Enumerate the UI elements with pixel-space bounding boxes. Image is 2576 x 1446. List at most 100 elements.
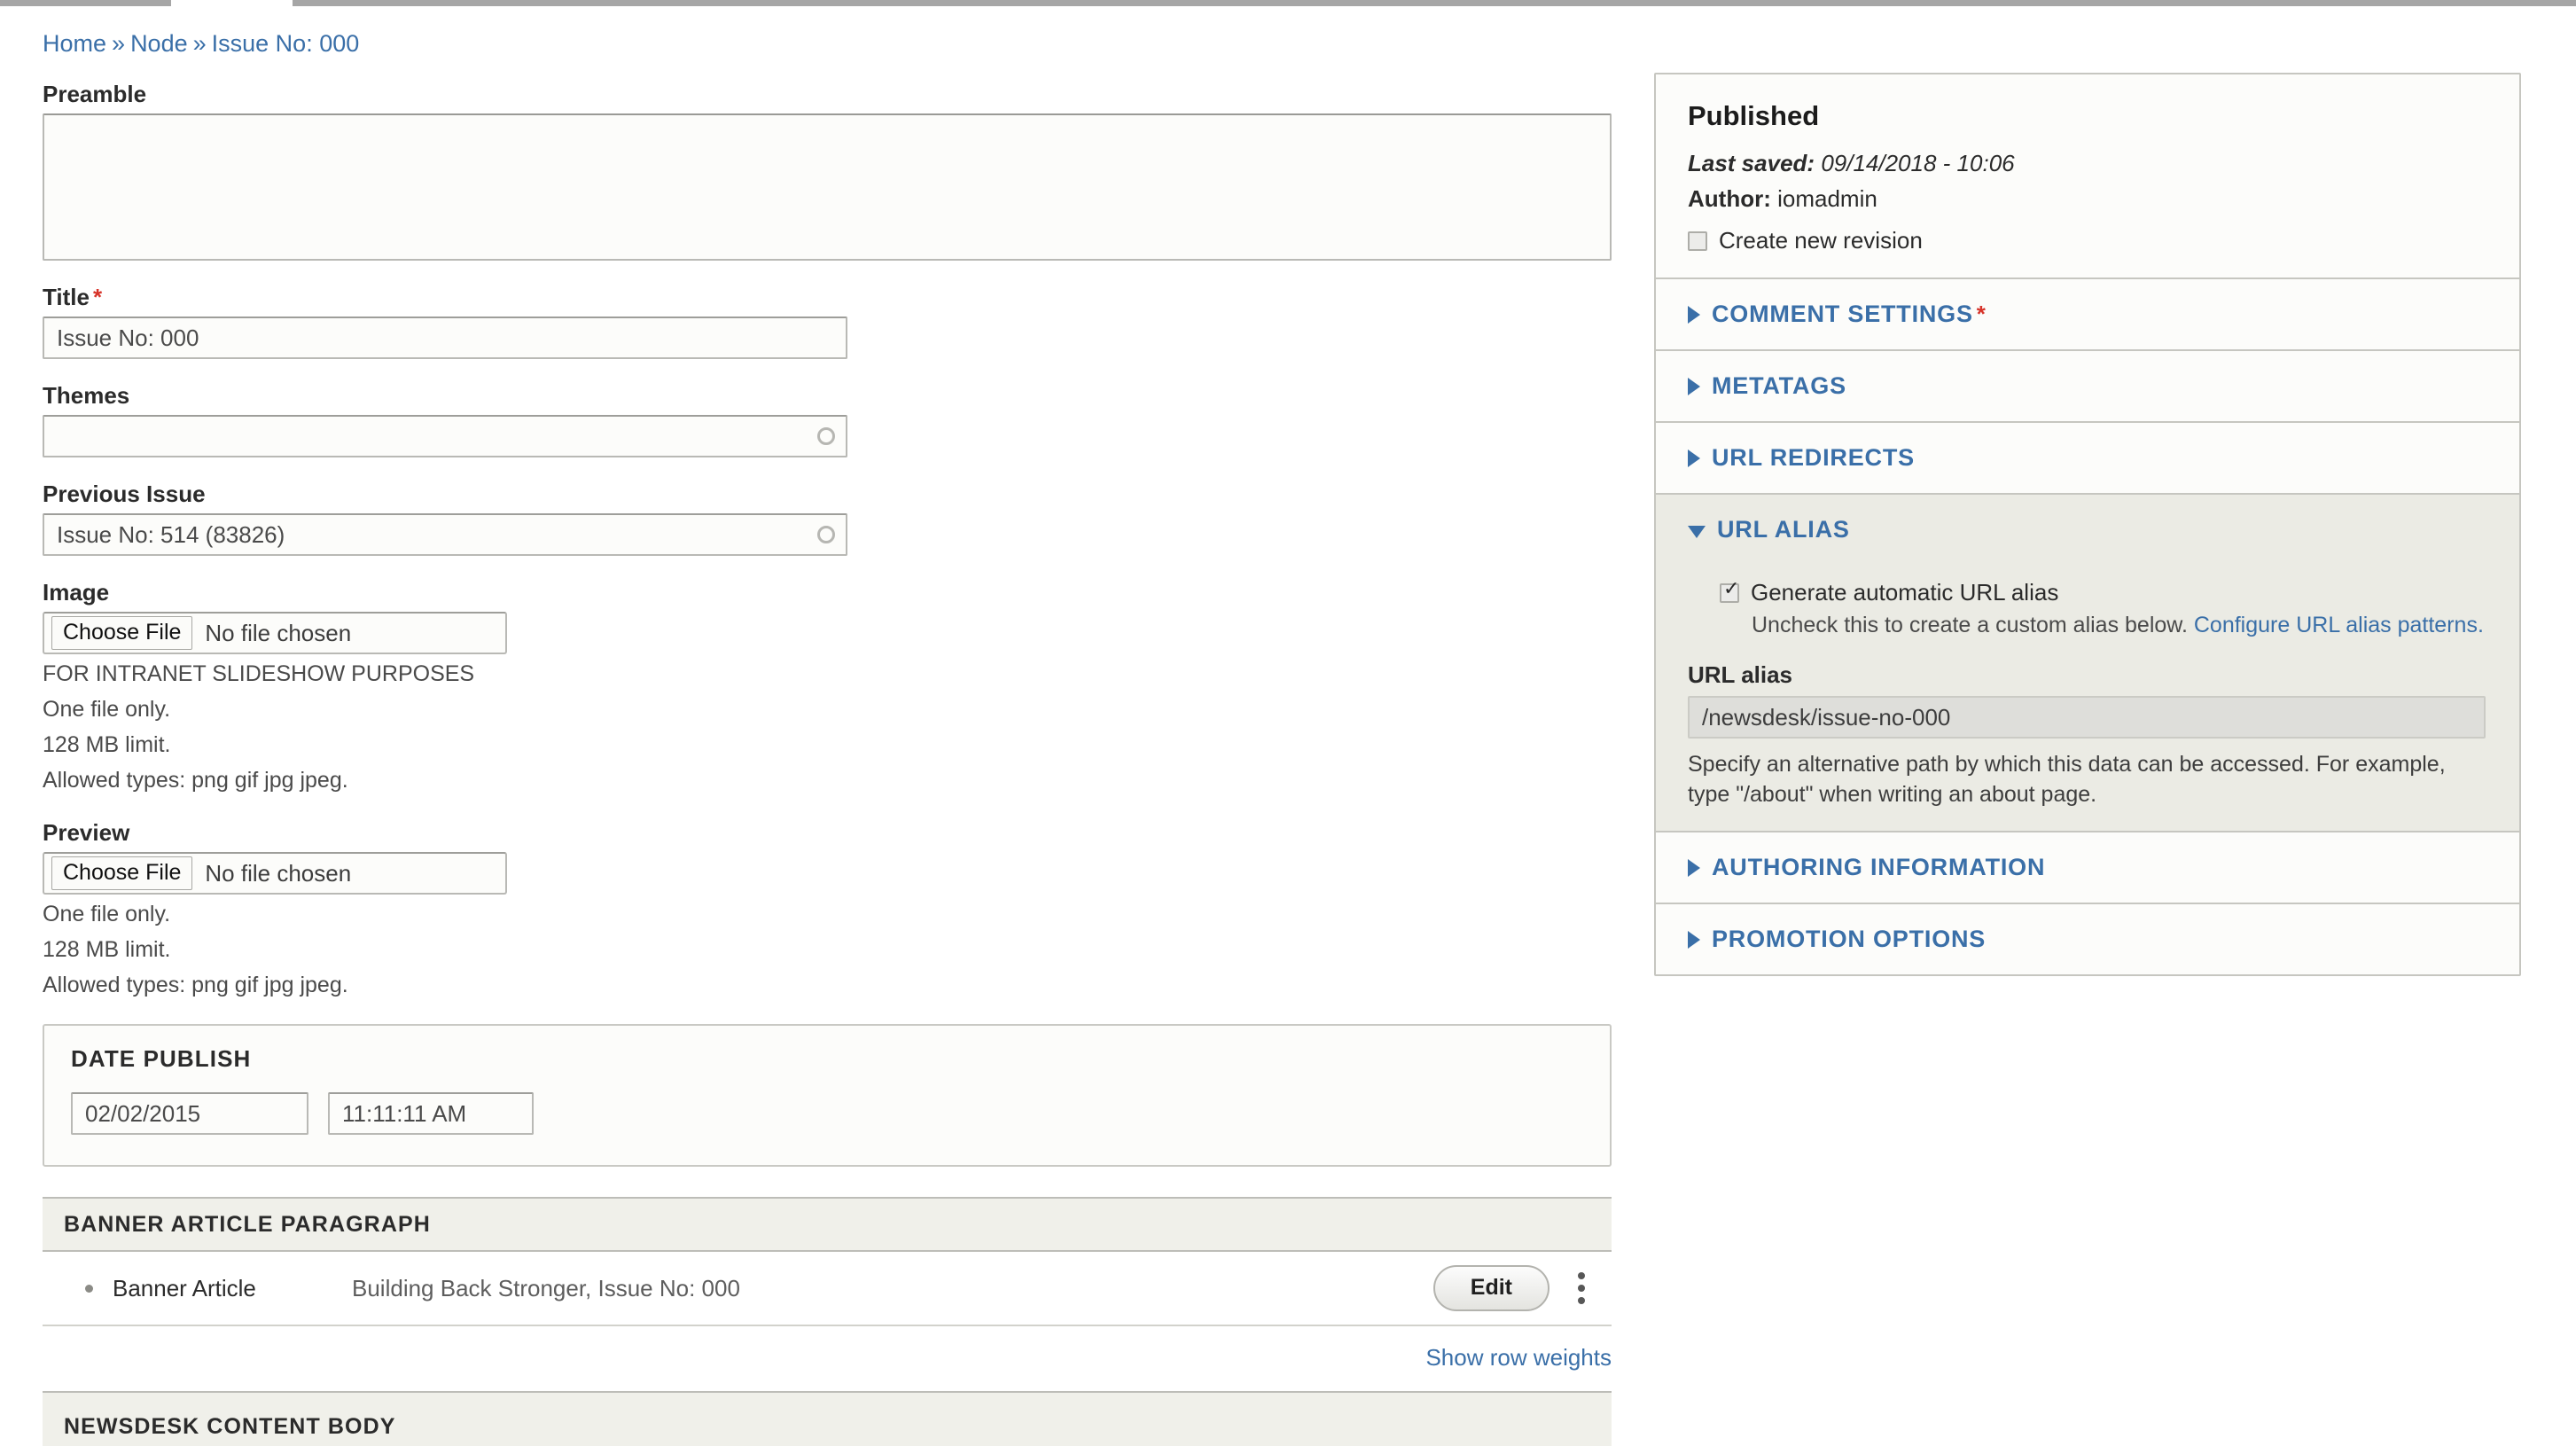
author-value: iomadmin <box>1777 185 1877 212</box>
banner-article-paragraph-table: BANNER ARTICLE PARAGRAPH Banner Article … <box>43 1197 1612 1372</box>
drag-handle-bullet-icon[interactable] <box>85 1284 93 1293</box>
edit-button[interactable]: Edit <box>1432 1265 1550 1311</box>
field-previous-issue: Previous Issue Issue No: 514 (83826) <box>43 481 1612 556</box>
accordion-authoring-information[interactable]: AUTHORING INFORMATION <box>1656 831 2519 903</box>
required-marker: * <box>1976 301 1986 327</box>
accordion-url-redirects-header[interactable]: URL REDIRECTS <box>1688 444 2487 472</box>
field-preamble: Preamble <box>43 81 1612 261</box>
circle-throbber-icon <box>817 427 835 445</box>
newsdesk-content-body-title: NEWSDESK CONTENT BODY <box>64 1414 396 1439</box>
create-new-revision-label: Create new revision <box>1719 227 1923 254</box>
accordion-url-redirects[interactable]: URL REDIRECTS <box>1656 421 2519 493</box>
publish-status-title: Published <box>1688 100 1820 131</box>
last-saved-value: 09/14/2018 - 10:06 <box>1821 150 2015 176</box>
table-row: Banner Article Building Back Stronger, I… <box>43 1252 1612 1326</box>
accordion-comment-settings[interactable]: COMMENT SETTINGS * <box>1656 277 2519 349</box>
date-publish-date-input[interactable]: 02/02/2015 <box>71 1092 308 1135</box>
preview-choose-file-button[interactable]: Choose File <box>51 856 193 890</box>
kebab-dot <box>1578 1297 1585 1304</box>
top-tab-strip <box>0 0 2576 6</box>
date-publish-fieldset: DATE PUBLISH 02/02/2015 11:11:11 AM <box>43 1024 1612 1167</box>
paragraph-type-label: Banner Article <box>113 1274 256 1301</box>
themes-label: Themes <box>43 382 130 409</box>
generate-url-alias-hint: Uncheck this to create a custom alias be… <box>1752 610 2487 640</box>
kebab-dot <box>1578 1285 1585 1292</box>
author-line: Author: iomadmin <box>1688 181 2487 216</box>
circle-throbber-icon <box>817 526 835 543</box>
banner-article-paragraph-title: BANNER ARTICLE PARAGRAPH <box>64 1211 431 1237</box>
image-help-line: Allowed types: png gif jpg jpeg. <box>43 768 348 793</box>
preview-no-file-text: No file chosen <box>205 859 352 887</box>
accordion-authoring-information-header[interactable]: AUTHORING INFORMATION <box>1688 854 2487 881</box>
date-publish-time-input[interactable]: 11:11:11 AM <box>328 1092 534 1135</box>
previous-issue-input[interactable]: Issue No: 514 (83826) <box>43 513 847 556</box>
accordion-url-alias[interactable]: URL ALIAS Generate automatic URL alias U… <box>1656 493 2519 831</box>
previous-issue-autocomplete: Issue No: 514 (83826) <box>43 513 847 556</box>
preview-help-line: Allowed types: png gif jpg jpeg. <box>43 973 348 997</box>
breadcrumb-item-current[interactable]: Issue No: 000 <box>212 30 360 57</box>
preamble-label: Preamble <box>43 81 147 107</box>
preview-label: Preview <box>43 819 130 846</box>
paragraph-summary-text: Building Back Stronger, Issue No: 000 <box>352 1274 740 1301</box>
image-label: Image <box>43 579 110 606</box>
generate-url-alias-row[interactable]: Generate automatic URL alias <box>1720 579 2487 606</box>
accordion-metatags-header[interactable]: METATAGS <box>1688 372 2487 400</box>
preview-help-line: 128 MB limit. <box>43 937 171 962</box>
previous-issue-label: Previous Issue <box>43 481 206 507</box>
accordion-comment-settings-header[interactable]: COMMENT SETTINGS * <box>1688 301 2487 328</box>
chevron-right-icon <box>1688 930 1700 949</box>
newsdesk-content-body-header: NEWSDESK CONTENT BODY <box>43 1391 1612 1446</box>
field-title: Title * Issue No: 000 <box>43 284 1612 359</box>
accordion-comment-settings-title: COMMENT SETTINGS <box>1712 301 1973 327</box>
generate-url-alias-label: Generate automatic URL alias <box>1751 579 2059 606</box>
themes-input[interactable] <box>43 415 847 457</box>
required-marker: * <box>92 284 103 310</box>
preamble-textarea[interactable] <box>43 113 1612 261</box>
main-form-column: Preamble Title * Issue No: 000 Themes Pre… <box>43 81 1612 1446</box>
publish-status-panel: Published Last saved: 09/14/2018 - 10:06… <box>1656 74 2519 277</box>
image-file-input[interactable]: Choose File No file chosen <box>43 612 507 654</box>
accordion-metatags-title: METATAGS <box>1712 372 1846 399</box>
breadcrumb-item-home[interactable]: Home <box>43 30 106 57</box>
accordion-authoring-information-title: AUTHORING INFORMATION <box>1712 854 2046 880</box>
breadcrumb-separator: » <box>112 30 126 57</box>
breadcrumb-item-node[interactable]: Node <box>130 30 188 57</box>
accordion-promotion-options[interactable]: PROMOTION OPTIONS <box>1656 903 2519 974</box>
banner-article-paragraph-header: BANNER ARTICLE PARAGRAPH <box>43 1197 1612 1252</box>
create-new-revision-checkbox[interactable] <box>1688 231 1707 251</box>
preview-help-line: One file only. <box>43 902 171 926</box>
chevron-down-icon <box>1688 525 1706 538</box>
accordion-url-alias-body: Generate automatic URL alias Uncheck thi… <box>1688 543 2487 809</box>
page-container: Home» Node» Issue No: 000 Preamble Title * … <box>0 6 2576 1446</box>
field-preview: Preview Choose File No file chosen One f… <box>43 819 1612 1001</box>
create-new-revision-row[interactable]: Create new revision <box>1688 227 2487 254</box>
author-label: Author: <box>1688 185 1771 212</box>
date-publish-legend: DATE PUBLISH <box>71 1045 252 1072</box>
chevron-right-icon <box>1688 305 1700 324</box>
preview-file-input[interactable]: Choose File No file chosen <box>43 852 507 895</box>
image-help-line: One file only. <box>43 697 171 722</box>
title-label-text: Title <box>43 284 90 310</box>
tab-strip-segment-left <box>0 0 171 6</box>
image-choose-file-button[interactable]: Choose File <box>51 616 193 650</box>
configure-url-alias-patterns-link[interactable]: Configure URL alias patterns. <box>2194 613 2484 637</box>
generate-url-alias-checkbox[interactable] <box>1720 579 1739 603</box>
accordion-url-alias-title: URL ALIAS <box>1717 516 1850 543</box>
node-meta-sidebar: Published Last saved: 09/14/2018 - 10:06… <box>1654 73 2521 976</box>
url-alias-input[interactable]: /newsdesk/issue-no-000 <box>1688 696 2486 739</box>
image-help-line: 128 MB limit. <box>43 732 171 757</box>
show-row-weights-link[interactable]: Show row weights <box>1425 1344 1612 1371</box>
breadcrumb-separator: » <box>192 30 207 57</box>
themes-autocomplete <box>43 415 847 457</box>
title-input[interactable]: Issue No: 000 <box>43 317 847 359</box>
accordion-url-alias-header[interactable]: URL ALIAS <box>1688 516 2487 543</box>
accordion-promotion-options-title: PROMOTION OPTIONS <box>1712 926 1987 952</box>
kebab-menu-icon[interactable] <box>1573 1269 1590 1308</box>
accordion-promotion-options-header[interactable]: PROMOTION OPTIONS <box>1688 926 2487 953</box>
kebab-dot <box>1578 1272 1585 1279</box>
title-label: Title * <box>43 284 1612 310</box>
breadcrumb: Home» Node» Issue No: 000 <box>43 29 359 58</box>
last-saved-line: Last saved: 09/14/2018 - 10:06 <box>1688 145 2487 181</box>
generate-url-alias-hint-text: Uncheck this to create a custom alias be… <box>1752 613 2188 637</box>
accordion-metatags[interactable]: METATAGS <box>1656 349 2519 421</box>
